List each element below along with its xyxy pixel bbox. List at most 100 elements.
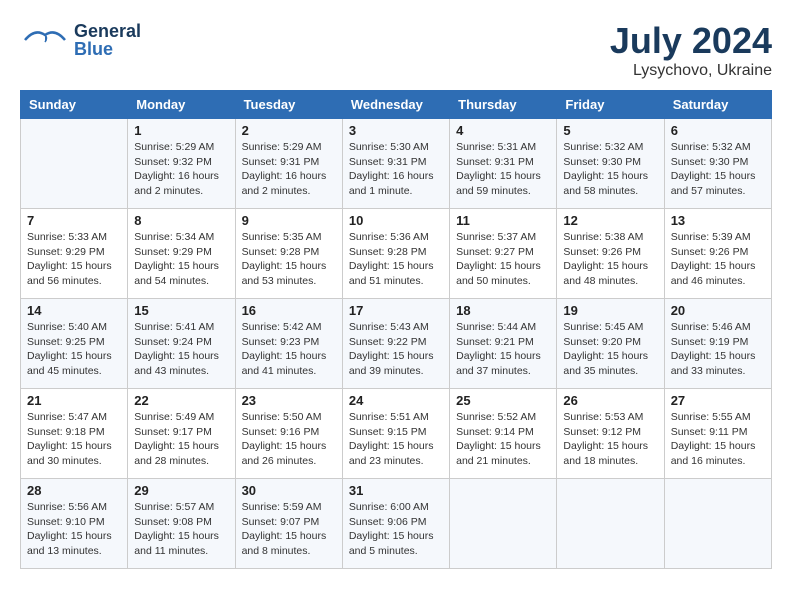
day-number: 6	[671, 123, 765, 138]
day-info: Sunrise: 5:43 AMSunset: 9:22 PMDaylight:…	[349, 320, 443, 379]
day-number: 2	[242, 123, 336, 138]
calendar-day-cell: 24 Sunrise: 5:51 AMSunset: 9:15 PMDayligh…	[342, 389, 449, 479]
day-info: Sunrise: 5:37 AMSunset: 9:27 PMDaylight:…	[456, 230, 550, 289]
day-info: Sunrise: 5:39 AMSunset: 9:26 PMDaylight:…	[671, 230, 765, 289]
day-info: Sunrise: 5:29 AMSunset: 9:31 PMDaylight:…	[242, 140, 336, 199]
calendar-day-cell: 15 Sunrise: 5:41 AMSunset: 9:24 PMDayligh…	[128, 299, 235, 389]
day-number: 22	[134, 393, 228, 408]
calendar-day-cell: 11Sunrise: 5:37 AMSunset: 9:27 PMDayligh…	[450, 209, 557, 299]
day-info: Sunrise: 5:52 AMSunset: 9:14 PMDaylight:…	[456, 410, 550, 469]
weekday-header: Wednesday	[342, 91, 449, 119]
calendar-day-cell: 16 Sunrise: 5:42 AMSunset: 9:23 PMDayligh…	[235, 299, 342, 389]
day-number: 27	[671, 393, 765, 408]
day-info: Sunrise: 5:46 AMSunset: 9:19 PMDaylight:…	[671, 320, 765, 379]
day-number: 1	[134, 123, 228, 138]
day-info: Sunrise: 5:35 AMSunset: 9:28 PMDaylight:…	[242, 230, 336, 289]
calendar-table: SundayMondayTuesdayWednesdayThursdayFrid…	[20, 90, 772, 569]
day-info: Sunrise: 5:56 AMSunset: 9:10 PMDaylight:…	[27, 500, 121, 559]
calendar-week-row: 1 Sunrise: 5:29 AMSunset: 9:32 PMDaylight…	[21, 119, 772, 209]
day-number: 23	[242, 393, 336, 408]
day-info: Sunrise: 5:50 AMSunset: 9:16 PMDaylight:…	[242, 410, 336, 469]
day-info: Sunrise: 5:32 AMSunset: 9:30 PMDaylight:…	[563, 140, 657, 199]
day-info: Sunrise: 5:57 AMSunset: 9:08 PMDaylight:…	[134, 500, 228, 559]
calendar-day-cell: 5 Sunrise: 5:32 AMSunset: 9:30 PMDaylight…	[557, 119, 664, 209]
calendar-day-cell: 22 Sunrise: 5:49 AMSunset: 9:17 PMDayligh…	[128, 389, 235, 479]
calendar-week-row: 28Sunrise: 5:56 AMSunset: 9:10 PMDayligh…	[21, 479, 772, 569]
day-info: Sunrise: 5:59 AMSunset: 9:07 PMDaylight:…	[242, 500, 336, 559]
day-info: Sunrise: 5:33 AMSunset: 9:29 PMDaylight:…	[27, 230, 121, 289]
day-info: Sunrise: 5:31 AMSunset: 9:31 PMDaylight:…	[456, 140, 550, 199]
day-number: 9	[242, 213, 336, 228]
day-number: 14	[27, 303, 121, 318]
day-number: 16	[242, 303, 336, 318]
calendar-day-cell: 30 Sunrise: 5:59 AMSunset: 9:07 PMDayligh…	[235, 479, 342, 569]
weekday-header: Saturday	[664, 91, 771, 119]
month-year-title: July 2024	[610, 20, 772, 62]
calendar-day-cell: 28Sunrise: 5:56 AMSunset: 9:10 PMDayligh…	[21, 479, 128, 569]
day-info: Sunrise: 5:55 AMSunset: 9:11 PMDaylight:…	[671, 410, 765, 469]
calendar-day-cell	[450, 479, 557, 569]
calendar-day-cell: 7 Sunrise: 5:33 AMSunset: 9:29 PMDaylight…	[21, 209, 128, 299]
day-number: 10	[349, 213, 443, 228]
day-info: Sunrise: 5:42 AMSunset: 9:23 PMDaylight:…	[242, 320, 336, 379]
day-info: Sunrise: 5:47 AMSunset: 9:18 PMDaylight:…	[27, 410, 121, 469]
day-number: 30	[242, 483, 336, 498]
day-number: 31	[349, 483, 443, 498]
calendar-day-cell: 13 Sunrise: 5:39 AMSunset: 9:26 PMDayligh…	[664, 209, 771, 299]
day-info: Sunrise: 5:44 AMSunset: 9:21 PMDaylight:…	[456, 320, 550, 379]
calendar-day-cell: 31Sunrise: 6:00 AMSunset: 9:06 PMDayligh…	[342, 479, 449, 569]
day-number: 25	[456, 393, 550, 408]
page-header: General Blue July 2024 Lysychovo, Ukrain…	[20, 20, 772, 80]
calendar-day-cell: 19Sunrise: 5:45 AMSunset: 9:20 PMDayligh…	[557, 299, 664, 389]
day-info: Sunrise: 5:41 AMSunset: 9:24 PMDaylight:…	[134, 320, 228, 379]
calendar-day-cell: 8Sunrise: 5:34 AMSunset: 9:29 PMDaylight…	[128, 209, 235, 299]
day-number: 29	[134, 483, 228, 498]
calendar-day-cell: 26Sunrise: 5:53 AMSunset: 9:12 PMDayligh…	[557, 389, 664, 479]
day-number: 24	[349, 393, 443, 408]
calendar-day-cell: 21 Sunrise: 5:47 AMSunset: 9:18 PMDayligh…	[21, 389, 128, 479]
calendar-day-cell: 12 Sunrise: 5:38 AMSunset: 9:26 PMDayligh…	[557, 209, 664, 299]
calendar-week-row: 14Sunrise: 5:40 AMSunset: 9:25 PMDayligh…	[21, 299, 772, 389]
title-block: July 2024 Lysychovo, Ukraine	[610, 20, 772, 80]
calendar-day-cell: 14Sunrise: 5:40 AMSunset: 9:25 PMDayligh…	[21, 299, 128, 389]
location-title: Lysychovo, Ukraine	[610, 62, 772, 80]
calendar-day-cell: 17 Sunrise: 5:43 AMSunset: 9:22 PMDayligh…	[342, 299, 449, 389]
day-info: Sunrise: 5:30 AMSunset: 9:31 PMDaylight:…	[349, 140, 443, 199]
day-number: 15	[134, 303, 228, 318]
calendar-week-row: 21 Sunrise: 5:47 AMSunset: 9:18 PMDayligh…	[21, 389, 772, 479]
calendar-day-cell: 4Sunrise: 5:31 AMSunset: 9:31 PMDaylight…	[450, 119, 557, 209]
day-info: Sunrise: 5:51 AMSunset: 9:15 PMDaylight:…	[349, 410, 443, 469]
calendar-day-cell: 10 Sunrise: 5:36 AMSunset: 9:28 PMDayligh…	[342, 209, 449, 299]
weekday-header: Tuesday	[235, 91, 342, 119]
calendar-day-cell: 18 Sunrise: 5:44 AMSunset: 9:21 PMDayligh…	[450, 299, 557, 389]
day-number: 19	[563, 303, 657, 318]
day-number: 17	[349, 303, 443, 318]
day-info: Sunrise: 5:38 AMSunset: 9:26 PMDaylight:…	[563, 230, 657, 289]
calendar-header-row: SundayMondayTuesdayWednesdayThursdayFrid…	[21, 91, 772, 119]
day-number: 5	[563, 123, 657, 138]
day-number: 8	[134, 213, 228, 228]
logo: General Blue	[20, 20, 141, 60]
day-info: Sunrise: 5:29 AMSunset: 9:32 PMDaylight:…	[134, 140, 228, 199]
day-number: 13	[671, 213, 765, 228]
day-number: 7	[27, 213, 121, 228]
logo-blue: Blue	[74, 40, 141, 58]
weekday-header: Friday	[557, 91, 664, 119]
day-number: 3	[349, 123, 443, 138]
calendar-day-cell: 1 Sunrise: 5:29 AMSunset: 9:32 PMDaylight…	[128, 119, 235, 209]
day-number: 12	[563, 213, 657, 228]
weekday-header: Sunday	[21, 91, 128, 119]
day-info: Sunrise: 5:32 AMSunset: 9:30 PMDaylight:…	[671, 140, 765, 199]
day-number: 21	[27, 393, 121, 408]
day-number: 18	[456, 303, 550, 318]
calendar-day-cell	[557, 479, 664, 569]
day-info: Sunrise: 5:36 AMSunset: 9:28 PMDaylight:…	[349, 230, 443, 289]
day-number: 20	[671, 303, 765, 318]
calendar-week-row: 7 Sunrise: 5:33 AMSunset: 9:29 PMDaylight…	[21, 209, 772, 299]
day-number: 26	[563, 393, 657, 408]
calendar-day-cell	[21, 119, 128, 209]
calendar-day-cell: 27 Sunrise: 5:55 AMSunset: 9:11 PMDayligh…	[664, 389, 771, 479]
day-info: Sunrise: 5:49 AMSunset: 9:17 PMDaylight:…	[134, 410, 228, 469]
calendar-day-cell: 9 Sunrise: 5:35 AMSunset: 9:28 PMDaylight…	[235, 209, 342, 299]
calendar-day-cell: 29 Sunrise: 5:57 AMSunset: 9:08 PMDayligh…	[128, 479, 235, 569]
